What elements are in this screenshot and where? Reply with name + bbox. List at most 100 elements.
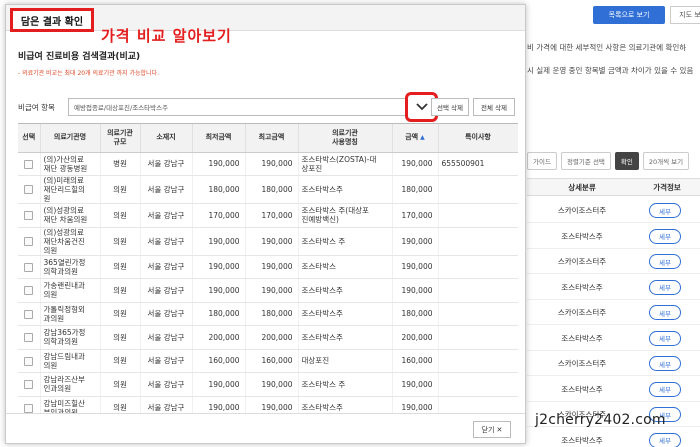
cell-loc: 서울 강남구 <box>140 175 193 204</box>
cell-size: 의원 <box>100 349 141 373</box>
close-button[interactable]: 닫기 ✕ <box>473 421 511 438</box>
cell-min: 190,000 <box>192 227 246 256</box>
bg-description-line: 비 가격에 대한 세부적인 사항은 의료기관에 확인하 <box>527 43 687 52</box>
item-select[interactable]: 예방접종료/대상포진/조스타박스주 <box>68 98 413 116</box>
cell-loc: 서울 강남구 <box>140 349 193 373</box>
cell-loc: 서울 강남구 <box>140 227 193 256</box>
cell-price: 200,000 <box>392 325 439 350</box>
modal-subtitle: 비급여 진료비용 검색결과(비교) <box>18 52 141 62</box>
col-max: 최고금액 <box>245 124 299 153</box>
bg-confirm-button[interactable]: 확인 <box>614 152 639 170</box>
cell-loc: 서울 강남구 <box>140 255 193 279</box>
cell-usage: 조스타박스(ZOSTA)-대 상포진 <box>298 152 393 176</box>
detail-button[interactable]: 세부 <box>649 381 681 397</box>
column-label: 금액 <box>405 133 419 142</box>
row-select-cell <box>18 278 41 303</box>
bg-row-name: 조스타박스주 <box>561 435 603 445</box>
list-view-button[interactable]: 목록으로 보기 <box>593 6 665 24</box>
row-checkbox[interactable] <box>24 380 34 389</box>
cell-price: 190,000 <box>392 255 439 279</box>
watermark: j2cherry2402.com <box>535 412 666 428</box>
row-select-cell <box>18 203 41 228</box>
delete-all-button[interactable]: 전체 삭제 <box>473 98 515 116</box>
bg-table-row: 스카이조스터주 세부 <box>527 250 700 274</box>
cell-name: 강남365가정 의학과의원 <box>40 325 101 350</box>
bg-row-name: 스카이조스터주 <box>557 257 607 266</box>
col-location: 소재지 <box>140 124 193 153</box>
row-select-cell <box>18 349 41 373</box>
cell-name: (의)성광의료 재단차움건진 의원 <box>40 227 101 256</box>
detail-button[interactable]: 세부 <box>649 305 681 320</box>
column-label: 소재지 <box>156 133 176 142</box>
bg-filter-chip[interactable]: 가이드 <box>527 152 557 170</box>
column-label: 최고금액 <box>258 133 285 142</box>
annotation-text: 가격 비교 알아보기 <box>101 27 232 45</box>
cell-loc: 서울 강남구 <box>140 203 193 228</box>
detail-button[interactable]: 세부 <box>649 330 681 346</box>
detail-button[interactable]: 세부 <box>649 203 681 218</box>
cell-price: 190,000 <box>392 227 439 256</box>
row-checkbox[interactable] <box>24 185 34 195</box>
cell-size: 병원 <box>100 152 141 176</box>
bg-sort-select[interactable]: 정렬기준 선택 <box>560 152 611 170</box>
cell-size: 의원 <box>100 227 141 256</box>
bg-table-header: 상세분류 가격정보 <box>527 178 700 196</box>
row-checkbox[interactable] <box>24 262 34 272</box>
modal-header: 담은 결과 확인 <box>6 5 525 32</box>
cell-max: 160,000 <box>245 349 299 373</box>
cell-price: 160,000 <box>392 349 439 373</box>
column-label: 선택 <box>22 133 36 142</box>
cell-note: 655500901 <box>438 152 518 176</box>
cell-min: 190,000 <box>192 372 246 397</box>
bg-description-line: 시 실제 운영 중인 항목별 금액과 차이가 있을 수 있음 <box>527 66 694 75</box>
sort-asc-icon[interactable]: ▲ <box>420 134 425 141</box>
cell-min: 190,000 <box>192 255 246 279</box>
row-checkbox[interactable] <box>24 159 34 169</box>
map-view-button[interactable]: 지도 보 <box>670 6 700 24</box>
bg-row-name: 스카이조스터주 <box>557 206 607 215</box>
cell-size: 의원 <box>100 325 141 350</box>
cell-price: 180,000 <box>392 175 439 204</box>
detail-button[interactable]: 세부 <box>649 356 681 371</box>
detail-button[interactable]: 세부 <box>649 228 681 244</box>
cell-size: 의원 <box>100 278 141 303</box>
row-checkbox[interactable] <box>24 356 34 366</box>
cell-usage: 대상포진 <box>298 349 393 373</box>
bg-row-name: 조스타박스주 <box>561 282 603 292</box>
row-checkbox[interactable] <box>24 403 34 413</box>
row-checkbox[interactable] <box>24 309 34 319</box>
row-checkbox[interactable] <box>24 286 34 295</box>
cell-max: 200,000 <box>245 325 299 350</box>
modal-note: - 의료기관 비교는 최대 20개 의료기관 까지 가능합니다. <box>18 70 159 77</box>
cell-name: (의)성광의료 재단 차움의원 <box>40 203 101 228</box>
cell-size: 의원 <box>100 302 141 326</box>
bg-table-row: 조스타박스주 세부 <box>527 327 700 351</box>
table-row: 강남365가정 의학과의원 의원 서울 강남구 200,000 200,000 조스타박스… <box>18 325 518 350</box>
detail-button[interactable]: 세부 <box>649 432 681 447</box>
row-checkbox[interactable] <box>24 236 34 246</box>
cell-usage: 조스타박스주 <box>298 175 393 204</box>
row-checkbox[interactable] <box>24 211 34 220</box>
col-usage: 의료기관 사용명칭 <box>298 124 393 153</box>
cell-max: 190,000 <box>245 372 299 397</box>
cell-price: 190,000 <box>392 372 439 397</box>
detail-button[interactable]: 세부 <box>649 279 681 295</box>
col-price[interactable]: 금액 ▲ <box>392 124 439 153</box>
row-select-cell <box>18 175 41 204</box>
cell-min: 180,000 <box>192 302 246 326</box>
cell-loc: 서울 강남구 <box>140 372 193 397</box>
result-modal: 담은 결과 확인 가격 비교 알아보기 비급여 진료비용 검색결과(비교) - … <box>5 4 526 444</box>
cell-loc: 서울 강남구 <box>140 325 193 350</box>
cell-note <box>438 372 518 397</box>
delete-selected-button[interactable]: 선택 삭제 <box>431 98 469 116</box>
cell-note <box>438 349 518 373</box>
row-checkbox[interactable] <box>24 333 34 342</box>
cell-note <box>438 325 518 350</box>
filter-label: 비급여 항목 <box>18 102 55 112</box>
cell-price: 170,000 <box>392 203 439 228</box>
detail-button[interactable]: 세부 <box>649 254 681 269</box>
comparison-table: 선택 의료기관명 의료기관 규모 소재지 최저금액 최고금액 의료기관 사용명칭 금액 ▲ 특이사… <box>18 123 518 419</box>
row-select-cell <box>18 325 41 350</box>
row-select-cell <box>18 302 41 326</box>
bg-page-size-select[interactable]: 20개씩 보기 <box>642 152 690 170</box>
